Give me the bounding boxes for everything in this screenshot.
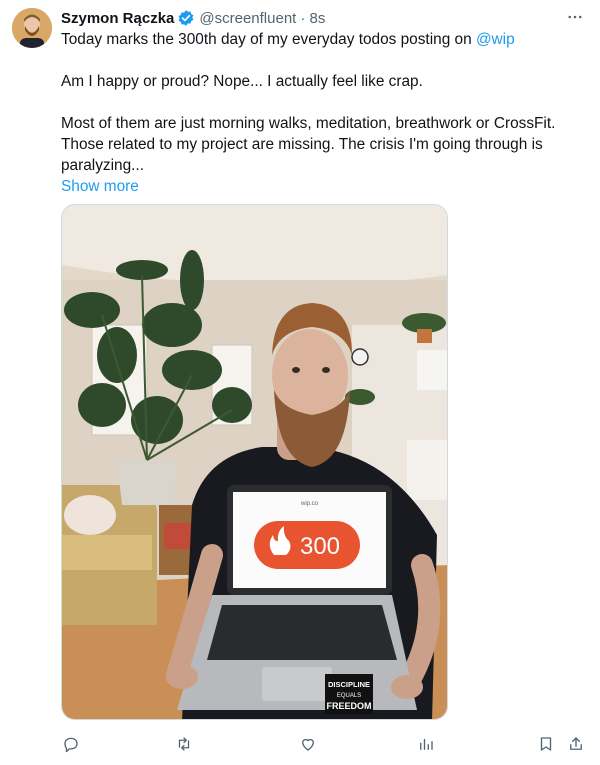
more-icon xyxy=(568,15,582,19)
author-handle[interactable]: @screenfluent xyxy=(199,10,296,27)
avatar[interactable] xyxy=(12,8,52,48)
bookmark-button[interactable] xyxy=(536,734,556,754)
retweet-icon xyxy=(178,737,190,751)
tweet-line-1: Today marks the 300th day of my everyday… xyxy=(61,29,581,50)
views-icon xyxy=(420,738,433,750)
laptop-url: wip.co xyxy=(300,501,319,507)
tweet-paragraph-3-line-2: Those related to my project are missing.… xyxy=(61,136,543,153)
retweet-button[interactable] xyxy=(174,734,194,754)
author-name[interactable]: Szymon Rączka xyxy=(61,10,174,27)
tweet-text: Today marks the 300th day of my everyday… xyxy=(61,29,581,197)
tweet-header: Szymon Rączka @screenfluent · 8s xyxy=(61,7,325,29)
like-icon xyxy=(302,738,314,751)
like-button[interactable] xyxy=(298,734,318,754)
tweet-timestamp[interactable]: · 8s xyxy=(300,10,325,27)
sticker-line-3: FREEDOM xyxy=(327,701,372,711)
bookmark-icon xyxy=(540,737,552,751)
sticker-line-2: EQUALS xyxy=(337,693,361,699)
tweet-line-1-text: Today marks the 300th day of my everyday… xyxy=(61,31,476,48)
reply-button[interactable] xyxy=(61,734,81,754)
tweet-paragraph-2: Am I happy or proud? Nope... I actually … xyxy=(61,73,423,90)
share-icon xyxy=(570,737,582,750)
views-button[interactable] xyxy=(416,734,436,754)
action-bar xyxy=(61,734,588,756)
show-more-link[interactable]: Show more xyxy=(61,176,139,197)
sticker-line-1: DISCIPLINE xyxy=(328,680,370,689)
tweet-paragraph-3-line-1: Most of them are just morning walks, med… xyxy=(61,115,556,132)
tweet-paragraph-3-line-3: paralyzing... xyxy=(61,157,144,174)
mention-link[interactable]: @wip xyxy=(476,31,515,48)
reply-icon xyxy=(64,737,78,753)
share-button[interactable] xyxy=(566,734,586,754)
streak-count: 300 xyxy=(300,533,340,560)
tweet-photo[interactable]: wip.co 300 DISCIPLINE EQUALS FREEDOM xyxy=(61,204,448,720)
more-options-button[interactable] xyxy=(564,6,586,28)
verified-badge-icon xyxy=(178,10,194,26)
